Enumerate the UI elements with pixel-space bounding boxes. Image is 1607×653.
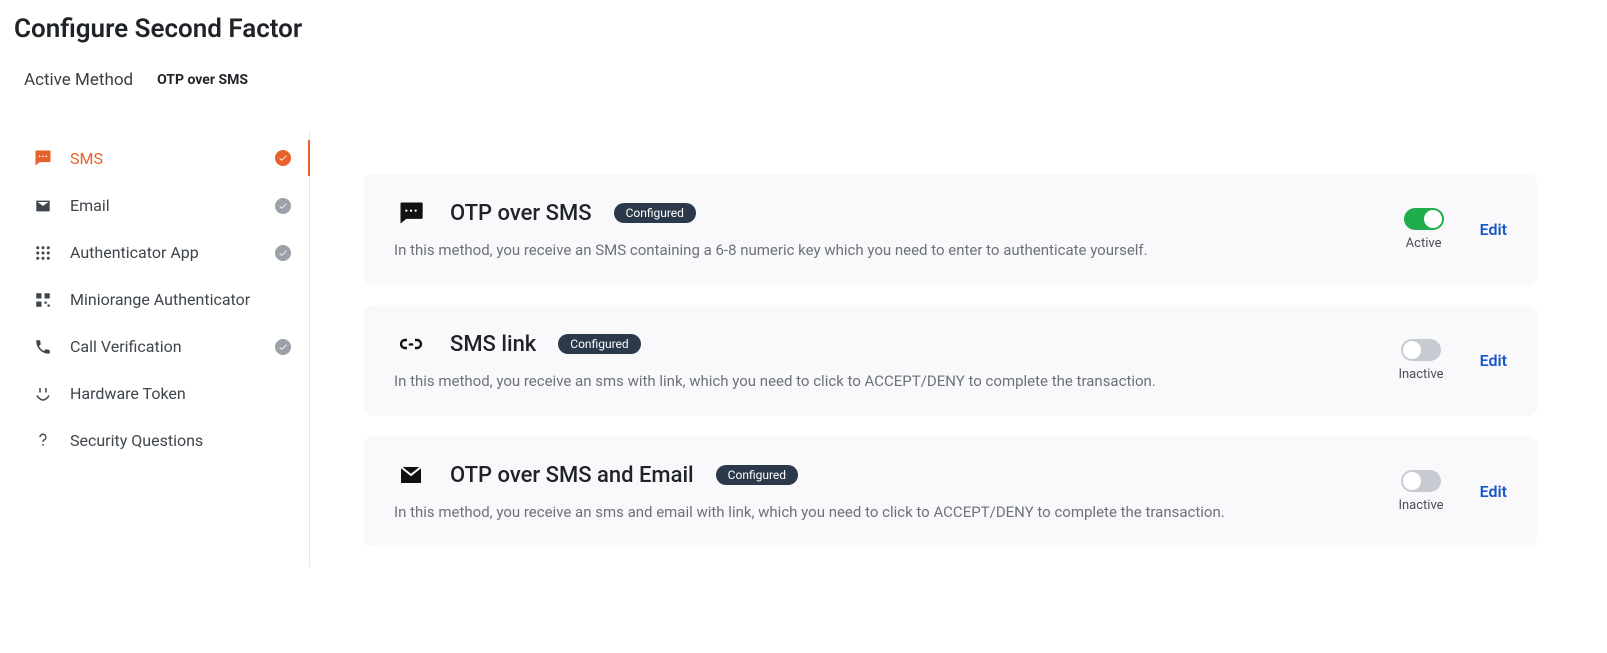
method-card-otp-over-sms: OTP over SMS Configured In this method, … — [364, 174, 1537, 285]
question-icon — [32, 432, 54, 450]
sidebar-item-hardware-token[interactable]: Hardware Token — [14, 370, 309, 417]
qr-icon — [32, 291, 54, 309]
method-description: In this method, you receive an sms with … — [394, 371, 1370, 392]
method-title: OTP over SMS and Email — [450, 463, 694, 488]
active-method-label: Active Method — [24, 70, 133, 90]
active-method-value: OTP over SMS — [157, 72, 248, 88]
sidebar-item-security-questions[interactable]: Security Questions — [14, 417, 309, 464]
phone-icon — [32, 338, 54, 356]
method-description: In this method, you receive an sms and e… — [394, 502, 1370, 523]
edit-button[interactable]: Edit — [1480, 351, 1507, 370]
active-method-row: Active Method OTP over SMS — [24, 70, 1591, 90]
check-icon — [275, 150, 291, 166]
token-icon — [32, 385, 54, 403]
active-toggle[interactable] — [1401, 470, 1441, 492]
sidebar-item-label: SMS — [70, 149, 259, 168]
configured-badge: Configured — [716, 465, 798, 485]
configured-badge: Configured — [614, 203, 696, 223]
sidebar-item-sms[interactable]: SMS — [14, 134, 309, 182]
method-description: In this method, you receive an SMS conta… — [394, 240, 1376, 261]
method-title: OTP over SMS — [450, 201, 592, 226]
toggle-status-label: Inactive — [1398, 367, 1443, 382]
sidebar-item-label: Email — [70, 196, 259, 215]
edit-button[interactable]: Edit — [1480, 482, 1507, 501]
grid-icon — [32, 244, 54, 262]
mail-icon — [394, 460, 428, 490]
sidebar-item-miniorange-authenticator[interactable]: Miniorange Authenticator — [14, 276, 309, 323]
page-title: Configure Second Factor — [14, 14, 1591, 44]
check-icon — [275, 198, 291, 214]
sidebar-item-label: Authenticator App — [70, 243, 259, 262]
sidebar-item-label: Miniorange Authenticator — [70, 290, 291, 309]
sms-bubble-icon — [394, 198, 428, 228]
sidebar-item-authenticator-app[interactable]: Authenticator App — [14, 229, 309, 276]
sidebar-item-label: Hardware Token — [70, 384, 291, 403]
sidebar-item-label: Call Verification — [70, 337, 259, 356]
link-icon — [394, 329, 428, 359]
sidebar-item-email[interactable]: Email — [14, 182, 309, 229]
check-icon — [275, 339, 291, 355]
main-panel: OTP over SMS Configured In this method, … — [310, 130, 1591, 567]
configured-badge: Configured — [558, 334, 640, 354]
email-icon — [32, 198, 54, 214]
check-icon — [275, 245, 291, 261]
sidebar-item-label: Security Questions — [70, 431, 291, 450]
method-title: SMS link — [450, 332, 536, 357]
active-toggle[interactable] — [1404, 208, 1444, 230]
method-card-otp-over-sms-and-email: OTP over SMS and Email Configured In thi… — [364, 436, 1537, 547]
toggle-status-label: Active — [1406, 236, 1442, 251]
edit-button[interactable]: Edit — [1480, 220, 1507, 239]
active-toggle[interactable] — [1401, 339, 1441, 361]
toggle-status-label: Inactive — [1398, 498, 1443, 513]
method-card-sms-link: SMS link Configured In this method, you … — [364, 305, 1537, 416]
sidebar: SMS Email Authenticator App — [14, 130, 310, 567]
sidebar-item-call-verification[interactable]: Call Verification — [14, 323, 309, 370]
sms-icon — [32, 148, 54, 168]
